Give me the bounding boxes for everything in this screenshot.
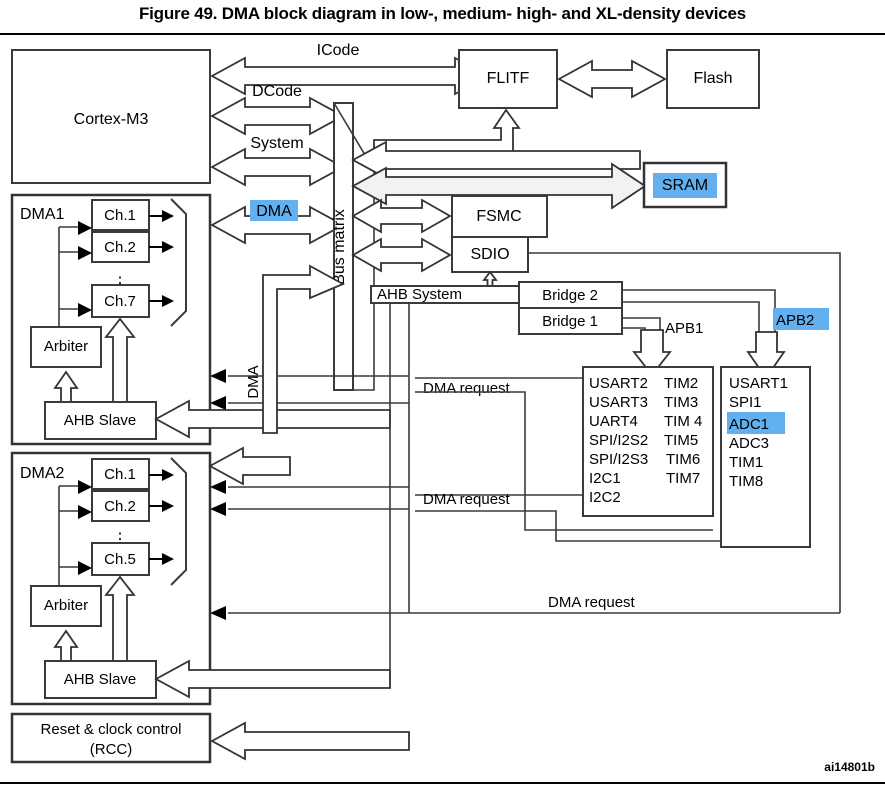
label-dma-request-3: DMA request — [548, 594, 636, 611]
label-dma2-ch5: Ch.5 — [104, 551, 136, 568]
apb1-item-3: SPI/I2S2 — [589, 432, 648, 449]
label-fsmc: FSMC — [476, 208, 521, 225]
arrowhead-dma2-req-2 — [210, 502, 226, 516]
apb2-item-0: USART1 — [729, 375, 788, 392]
label-sram: SRAM — [662, 177, 708, 194]
label-ahb-system: AHB System — [377, 286, 462, 303]
figure-canvas: Figure 49. DMA block diagram in low-, me… — [0, 0, 885, 789]
apb1-tim-5: TIM7 — [666, 470, 700, 487]
arrowhead-dma2-req-1 — [210, 480, 226, 494]
label-icode: ICode — [317, 42, 360, 59]
apb2-item-4: TIM1 — [729, 454, 763, 471]
arrowhead-dma1-req-1 — [210, 369, 226, 383]
apb1-item-0: USART2 — [589, 375, 648, 392]
apb1-tim-2: TIM 4 — [664, 413, 702, 430]
label-flitf: FLITF — [487, 70, 530, 87]
label-dma1-ch7: Ch.7 — [104, 293, 136, 310]
apb1-tim-0: TIM2 — [664, 375, 698, 392]
label-dma-request-2: DMA request — [423, 491, 511, 508]
apb2-item-2: ADC1 — [729, 416, 769, 433]
label-dma2-ahb-slave: AHB Slave — [64, 671, 137, 688]
bus-arrow-sdio — [351, 237, 452, 273]
dma-block-diagram: Cortex-M3 ICode DCode System DMA Bus mat… — [10, 42, 841, 764]
label-dcode: DCode — [252, 83, 302, 100]
label-bridge1: Bridge 1 — [542, 313, 598, 330]
label-dma1-arbiter: Arbiter — [44, 338, 88, 355]
label-dma2-title: DMA2 — [20, 465, 65, 482]
bus-arrow-dma2-in — [208, 446, 291, 486]
bus-arrow-fsmc — [351, 198, 452, 234]
label-dma-request-1: DMA request — [423, 380, 511, 397]
label-dma1-ahb-slave: AHB Slave — [64, 412, 137, 429]
bus-arrow-flitf-flash — [557, 59, 667, 99]
bus-arrow-system — [210, 147, 345, 187]
label-rcc-line1: Reset & clock control — [41, 721, 182, 738]
label-dma2-arbiter: Arbiter — [44, 597, 88, 614]
apb2-item-1: SPI1 — [729, 394, 762, 411]
label-system: System — [250, 135, 303, 152]
label-dma-bus: DMA — [256, 203, 292, 220]
label-flash: Flash — [693, 70, 732, 87]
arrowhead-dma1-req-2 — [210, 396, 226, 410]
bus-arrow-dcode — [210, 96, 345, 136]
apb1-item-2: UART4 — [589, 413, 638, 430]
label-dma1-title: DMA1 — [20, 206, 65, 223]
label-dma-vertical: DMA — [245, 365, 262, 398]
apb2-item-3: ADC3 — [729, 435, 769, 452]
label-dma2-ch2: Ch.2 — [104, 498, 136, 515]
apb1-item-1: USART3 — [589, 394, 648, 411]
label-bridge2: Bridge 2 — [542, 287, 598, 304]
apb1-tim-3: TIM5 — [664, 432, 698, 449]
label-cortex-m3: Cortex-M3 — [74, 111, 149, 128]
label-sdio: SDIO — [470, 246, 509, 263]
bus-arrow-rcc — [210, 721, 410, 761]
apb1-tim-4: TIM6 — [666, 451, 700, 468]
apb1-item-6: I2C2 — [589, 489, 621, 506]
bus-arrow-matrix-to-flitf — [373, 108, 521, 153]
label-rcc-line2: (RCC) — [90, 741, 133, 758]
label-bus-matrix: Bus matrix — [331, 209, 348, 285]
apb2-item-5: TIM8 — [729, 473, 763, 490]
label-apb1: APB1 — [665, 320, 703, 337]
arrowhead-dma2-req-3 — [210, 606, 226, 620]
label-apb2: APB2 — [776, 312, 814, 329]
apb1-item-5: I2C1 — [589, 470, 621, 487]
apb1-item-4: SPI/I2S3 — [589, 451, 648, 468]
bus-arrow-dma-vertical — [262, 264, 346, 434]
label-dma1-ch1: Ch.1 — [104, 207, 136, 224]
label-dma2-ch1: Ch.1 — [104, 466, 136, 483]
apb1-tim-1: TIM3 — [664, 394, 698, 411]
label-dma1-ch2: Ch.2 — [104, 239, 136, 256]
